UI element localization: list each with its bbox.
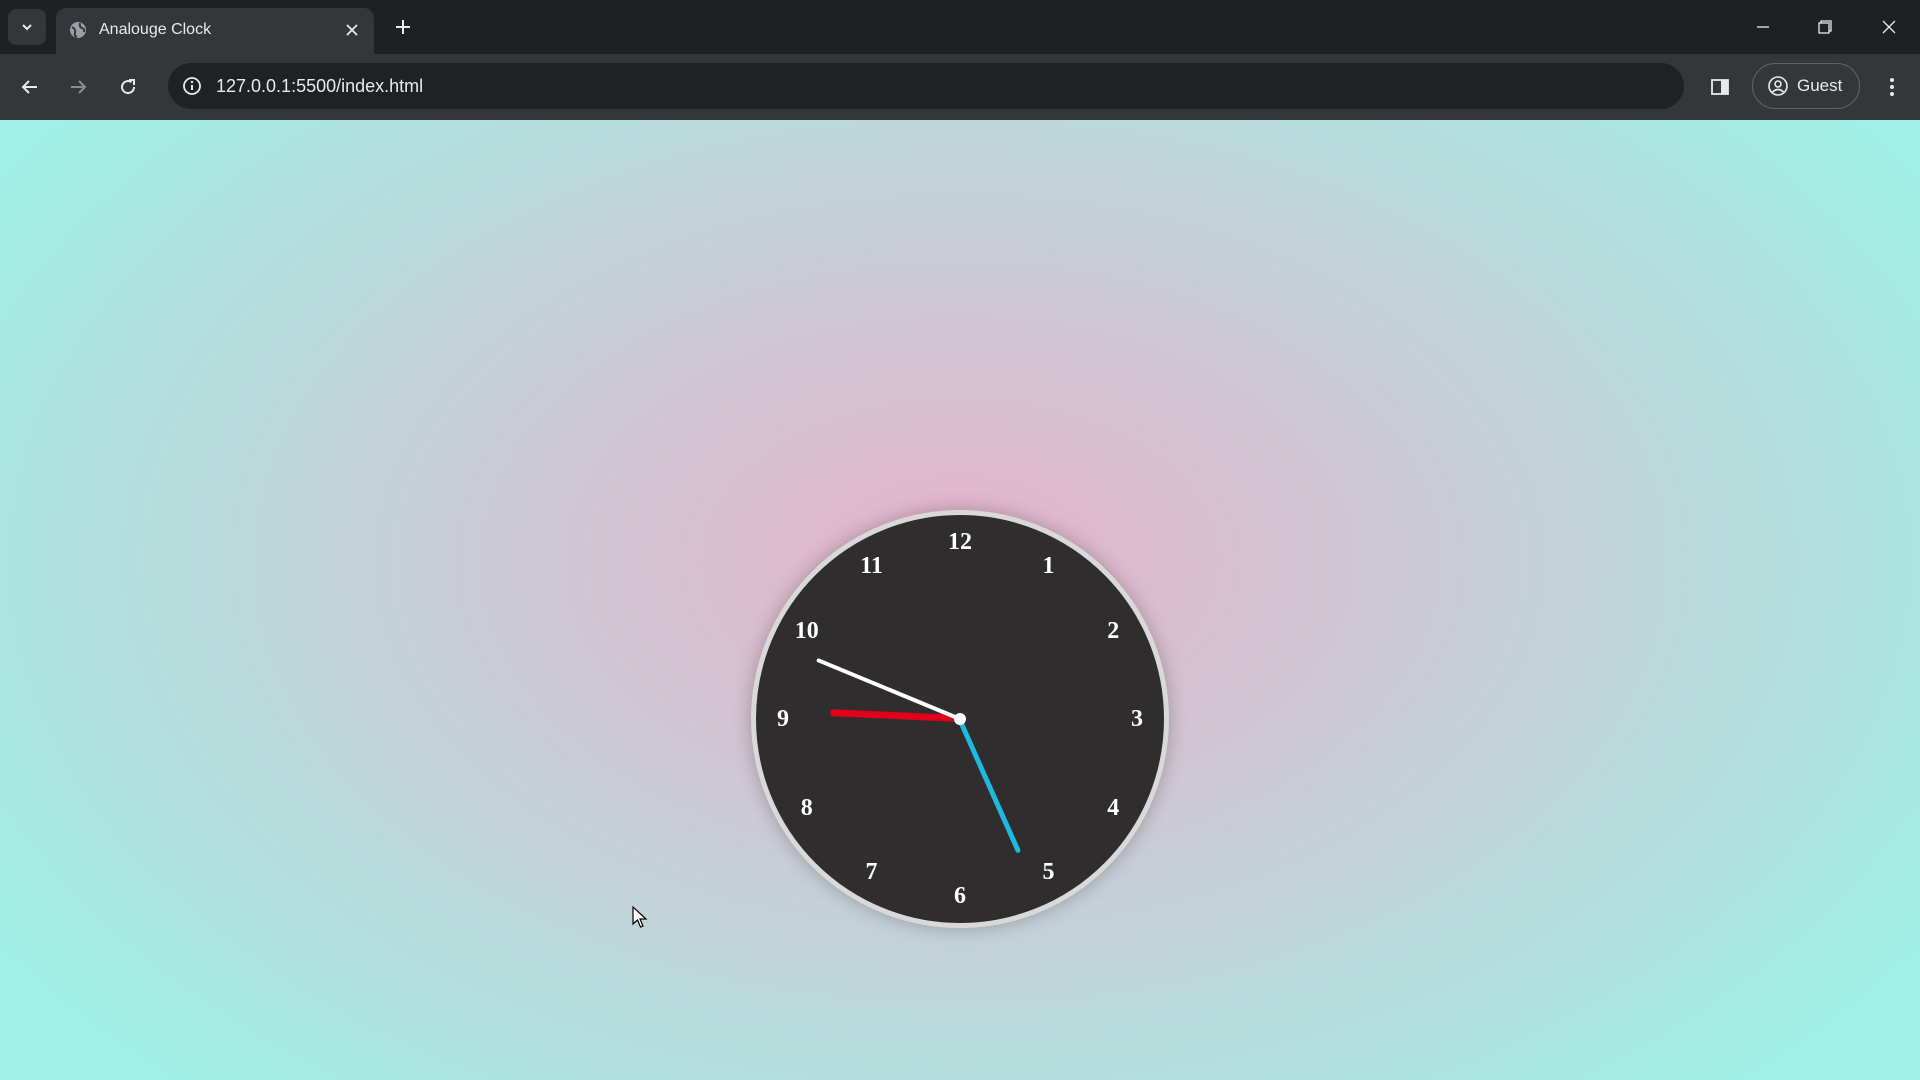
browser-menu-button[interactable] bbox=[1874, 69, 1910, 105]
profile-button[interactable]: Guest bbox=[1752, 63, 1860, 109]
browser-toolbar: 127.0.0.1:5500/index.html Guest bbox=[0, 54, 1920, 120]
clock-numeral: 12 bbox=[948, 529, 972, 555]
account-icon bbox=[1768, 76, 1788, 96]
plus-icon bbox=[396, 20, 410, 34]
clock-center-pin bbox=[954, 713, 966, 725]
minimize-button[interactable] bbox=[1732, 0, 1794, 54]
new-tab-button[interactable] bbox=[390, 14, 416, 40]
analog-clock: 12 1 2 3 4 5 6 7 8 9 10 11 bbox=[751, 510, 1169, 928]
url-text[interactable]: 127.0.0.1:5500/index.html bbox=[216, 76, 423, 96]
clock-numeral: 5 bbox=[1042, 859, 1055, 886]
clock-numeral: 3 bbox=[1131, 706, 1143, 732]
arrow-right-icon bbox=[71, 80, 87, 94]
kebab-menu-icon bbox=[1890, 78, 1894, 96]
restore-button[interactable] bbox=[1794, 0, 1856, 54]
browser-window: Analouge Clock 127.0.0.1:5500/index.html… bbox=[0, 0, 1920, 1080]
tab-search-button[interactable] bbox=[8, 9, 46, 45]
tab-title: Analouge Clock bbox=[99, 21, 212, 38]
side-panel-icon bbox=[1711, 79, 1729, 95]
side-panel-button[interactable] bbox=[1702, 69, 1738, 105]
clock-numeral: 10 bbox=[794, 617, 819, 644]
forward-button[interactable] bbox=[60, 69, 96, 105]
clock-numeral: 7 bbox=[865, 859, 878, 886]
clock-numeral: 8 bbox=[800, 794, 813, 821]
clock-numeral: 2 bbox=[1107, 617, 1120, 644]
reload-icon bbox=[121, 79, 136, 95]
close-icon bbox=[346, 24, 358, 36]
site-info-button[interactable] bbox=[178, 72, 206, 100]
reload-button[interactable] bbox=[110, 69, 146, 105]
info-icon bbox=[183, 77, 201, 95]
chevron-down-icon bbox=[22, 24, 32, 31]
close-window-button[interactable] bbox=[1858, 0, 1920, 54]
page-viewport: 12 1 2 3 4 5 6 7 8 9 10 11 bbox=[0, 120, 1920, 1080]
address-bar[interactable]: 127.0.0.1:5500/index.html bbox=[168, 63, 1684, 109]
clock-numeral: 9 bbox=[777, 706, 789, 732]
restore-icon bbox=[1818, 20, 1832, 34]
globe-icon bbox=[70, 22, 86, 38]
close-icon bbox=[1882, 20, 1896, 34]
minimize-icon bbox=[1757, 26, 1769, 28]
clock-numeral: 1 bbox=[1042, 552, 1055, 579]
close-tab-button[interactable] bbox=[342, 20, 362, 40]
clock-numeral: 11 bbox=[860, 552, 883, 579]
arrow-left-icon bbox=[21, 80, 37, 94]
profile-label: Guest bbox=[1797, 76, 1843, 95]
clock-numeral: 4 bbox=[1107, 794, 1120, 821]
tab-active[interactable]: Analouge Clock bbox=[56, 8, 374, 54]
back-button[interactable] bbox=[12, 69, 48, 105]
clock-numeral: 6 bbox=[954, 883, 966, 909]
mouse-cursor-icon bbox=[632, 906, 648, 928]
tab-strip: Analouge Clock bbox=[0, 0, 1920, 54]
